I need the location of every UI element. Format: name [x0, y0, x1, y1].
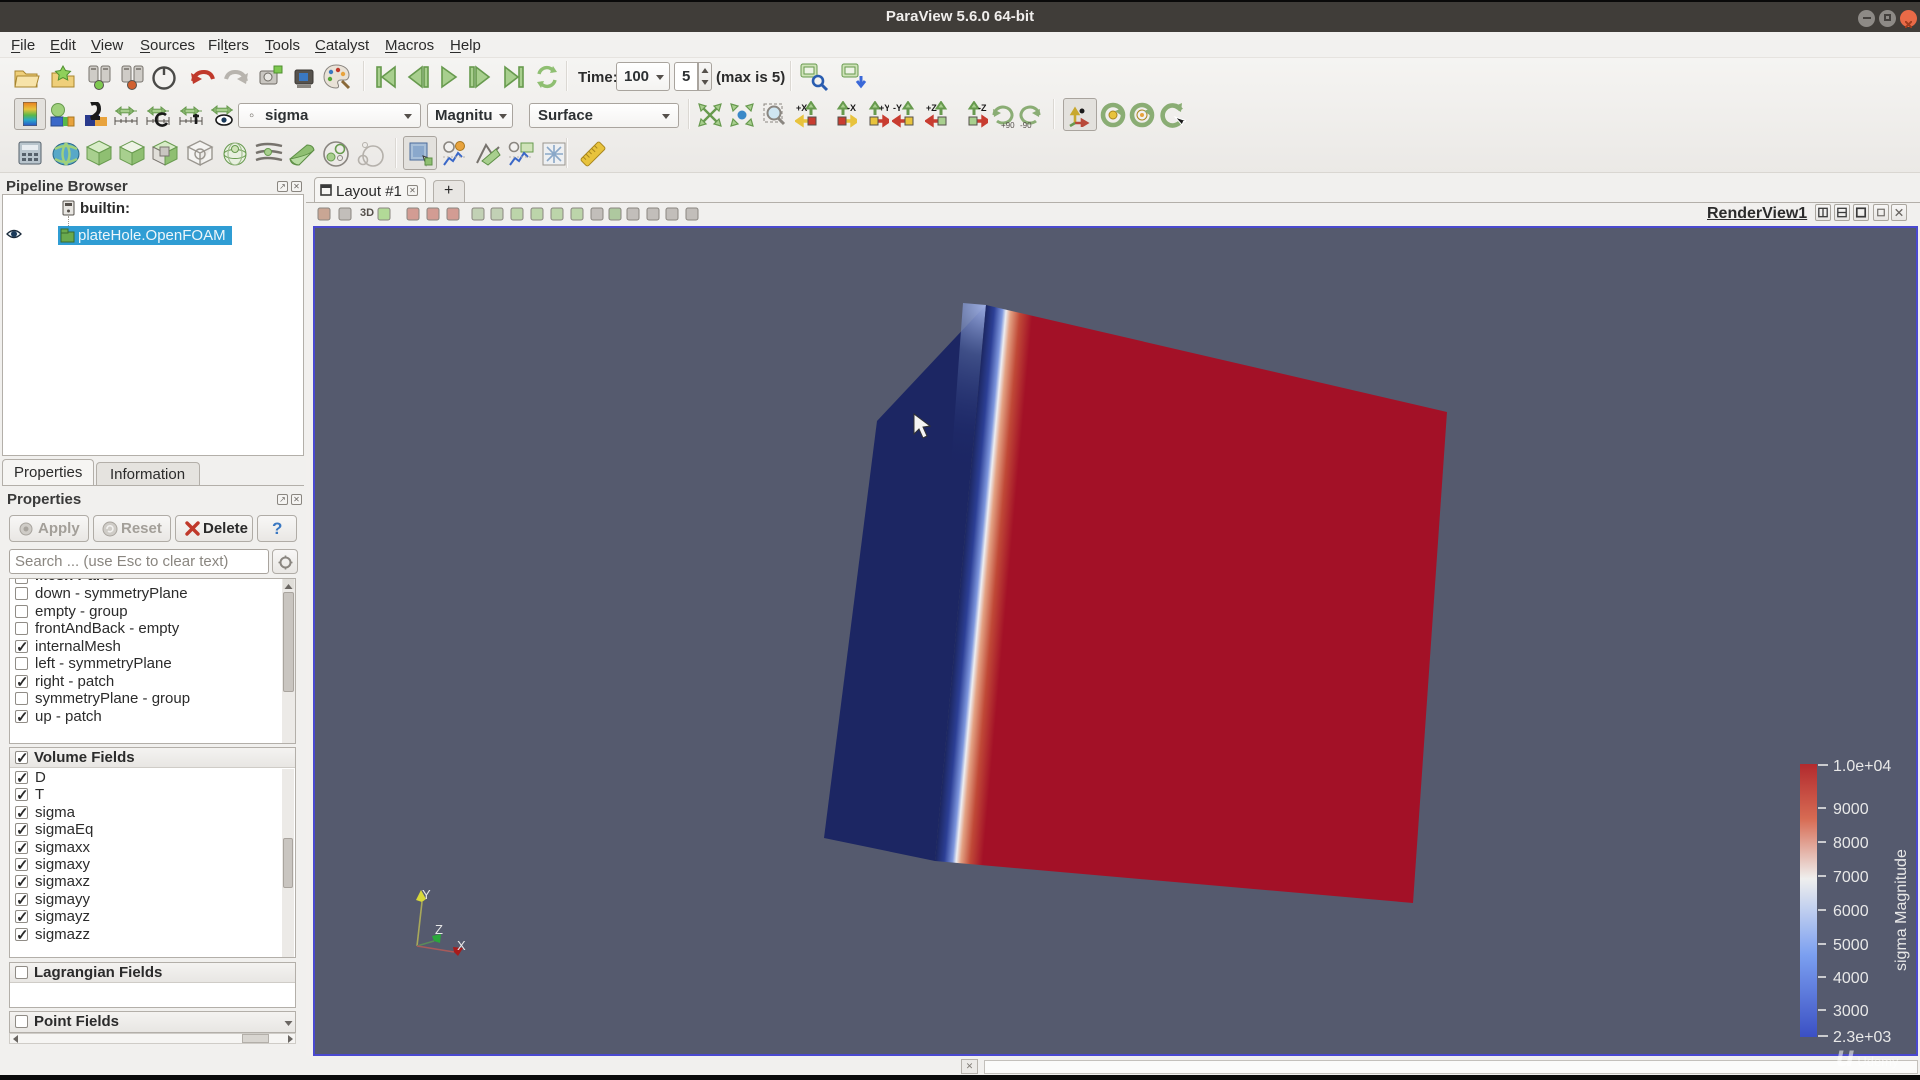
svg-text:-X: -X: [847, 103, 856, 113]
svg-text:-Y: -Y: [893, 103, 902, 113]
svg-text:+Y: +Y: [879, 103, 889, 113]
svg-text:+X: +X: [796, 103, 807, 113]
svg-text:-Z: -Z: [978, 103, 987, 113]
svg-text:-90: -90: [1020, 121, 1032, 129]
svg-text:+90: +90: [1001, 121, 1015, 129]
svg-text:+Z: +Z: [926, 103, 937, 113]
